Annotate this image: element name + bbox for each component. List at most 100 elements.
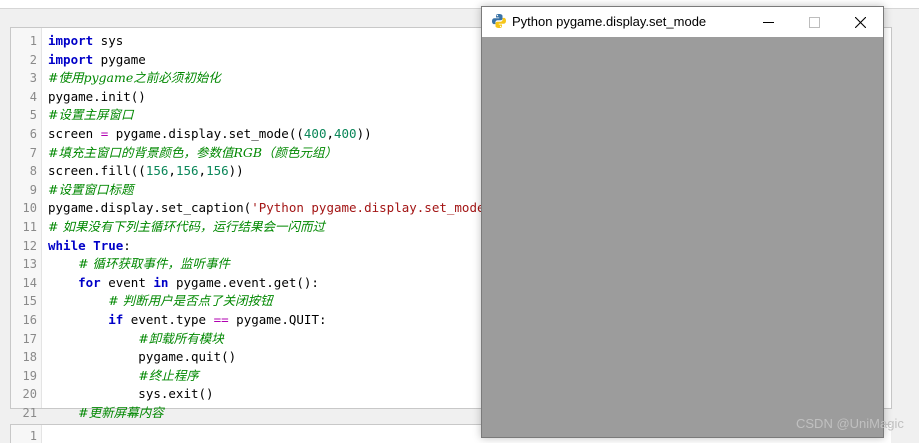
code-text: if event.type == pygame.QUIT:	[48, 311, 327, 330]
code-token: pygame.QUIT:	[228, 311, 327, 327]
line-number: 8	[29, 164, 37, 179]
minimize-icon	[762, 21, 774, 23]
code-token: #更新屏幕内容	[78, 404, 164, 420]
code-text: #设置主屏窗口	[48, 106, 133, 125]
close-icon	[854, 16, 866, 28]
code-token: #设置主屏窗口	[48, 107, 134, 123]
line-number: 19	[22, 368, 37, 383]
line-number: 1	[29, 34, 37, 48]
code-token: :	[123, 237, 131, 253]
code-token: 400	[334, 125, 357, 141]
code-token: 156	[206, 163, 229, 179]
code-text: for event in pygame.event.get():	[48, 274, 319, 293]
code-token: #卸载所有模块	[138, 330, 224, 346]
code-text: import pygame	[48, 51, 146, 70]
code-token: ,	[326, 125, 334, 141]
code-text: screen = pygame.display.set_mode((400,40…	[48, 125, 372, 144]
line-number: 14	[22, 275, 37, 290]
code-token: ))	[228, 163, 244, 179]
code-text: #填充主窗口的背景颜色，参数值RGB（颜色元组）	[48, 144, 337, 163]
line-number: 11	[22, 219, 37, 234]
code-token: for	[78, 274, 101, 290]
line-number: 17	[22, 331, 37, 346]
line-number: 1	[29, 429, 37, 443]
code-text: #终止程序	[48, 367, 199, 386]
code-token: #终止程序	[138, 367, 199, 383]
pygame-display-surface[interactable]	[482, 37, 883, 437]
code-text: #使用pygame之前必须初始化	[48, 69, 221, 88]
window-title: Python pygame.display.set_mode	[512, 14, 707, 29]
code-token: True	[93, 237, 124, 253]
code-token: #使用pygame之前必须初始化	[48, 70, 221, 86]
pygame-window[interactable]: Python pygame.display.set_mode	[481, 6, 884, 438]
code-token: if	[108, 311, 124, 327]
code-token: event	[100, 274, 154, 290]
code-token: 156	[145, 163, 169, 179]
code-token: # 如果没有下列主循环代码，运行结果会一闪而过	[48, 218, 325, 234]
line-number: 13	[22, 257, 37, 272]
line-number: 10	[22, 201, 37, 216]
code-text: # 循环获取事件，监听事件	[48, 255, 230, 274]
code-token: 156	[175, 163, 199, 179]
code-token: # 判断用户是否点了关闭按钮	[108, 293, 273, 309]
code-token: import	[48, 33, 94, 48]
code-token: event.type	[123, 311, 214, 327]
code-text: #更新屏幕内容	[48, 404, 164, 423]
code-text: while True:	[48, 237, 131, 256]
maximize-button[interactable]	[791, 7, 837, 37]
line-number: 2	[29, 52, 37, 67]
code-token: sys	[93, 33, 124, 48]
code-text: sys.exit()	[48, 385, 214, 404]
line-number: 21	[22, 405, 37, 420]
minimize-button[interactable]	[745, 7, 791, 37]
code-token: ==	[213, 311, 229, 327]
code-text: screen.fill((156,156,156))	[48, 162, 244, 181]
code-token: 'Python pygame.display.set_mode'	[251, 200, 493, 216]
line-number: 20	[22, 387, 37, 402]
line-number: 18	[22, 350, 37, 365]
code-text: pygame.display.set_caption('Python pygam…	[48, 199, 500, 218]
code-token: pygame.event.get():	[168, 274, 319, 290]
code-token: ,	[168, 163, 176, 179]
code-token: screen.fill((	[48, 163, 146, 179]
code-token: while	[48, 237, 86, 253]
code-token: pygame.init()	[48, 88, 146, 104]
python-icon	[492, 14, 506, 28]
code-token: ,	[198, 163, 207, 179]
code-token: in	[153, 274, 169, 290]
code-text: pygame.init()	[48, 88, 146, 107]
maximize-icon	[808, 16, 820, 28]
close-button[interactable]	[837, 7, 883, 37]
code-token: sys.exit()	[48, 386, 214, 402]
line-number: 4	[29, 89, 37, 104]
line-number: 6	[29, 126, 37, 141]
watermark: CSDN @UniMagic	[796, 416, 904, 431]
code-text: # 判断用户是否点了关闭按钮	[48, 292, 273, 311]
code-token: # 循环获取事件，监听事件	[78, 256, 231, 272]
code-token: 400	[303, 125, 327, 141]
code-token: pygame	[93, 51, 146, 67]
code-token: pygame.display.set_caption(	[48, 200, 252, 216]
code-token: ))	[356, 125, 372, 141]
code-token: import	[48, 51, 94, 67]
line-number: 5	[29, 108, 37, 123]
code-text: #设置窗口标题	[48, 181, 133, 200]
code-token: #设置窗口标题	[48, 181, 134, 197]
code-text: #卸载所有模块	[48, 330, 224, 349]
line-number: 16	[22, 312, 37, 327]
code-text: # 如果没有下列主循环代码，运行结果会一闪而过	[48, 218, 325, 237]
code-text: import sys	[48, 32, 123, 51]
window-titlebar[interactable]: Python pygame.display.set_mode	[482, 7, 883, 37]
code-token: #填充主窗口的背景颜色，参数值RGB（颜色元组）	[48, 144, 338, 160]
line-number: 7	[29, 145, 37, 160]
code-token: pygame.quit()	[48, 349, 237, 365]
line-number: 12	[22, 238, 37, 253]
line-number: 9	[29, 182, 37, 197]
